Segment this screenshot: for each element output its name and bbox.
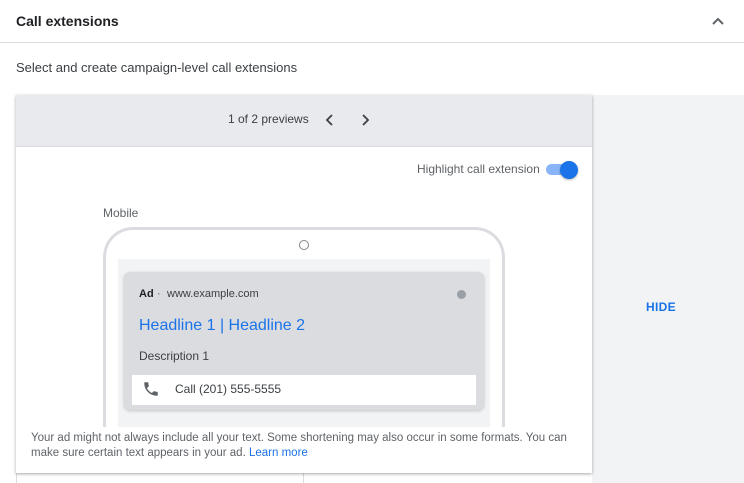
- divider: [16, 473, 304, 483]
- collapse-button[interactable]: [706, 10, 730, 32]
- preview-count: 1 of 2 previews: [228, 112, 309, 126]
- camera-icon: [299, 240, 309, 250]
- ad-display-url: www.example.com: [167, 288, 259, 300]
- ad-preview-card: 1 of 2 previews Highlight call extension…: [16, 95, 592, 473]
- ad-description: Description 1: [139, 349, 210, 363]
- device-label: Mobile: [103, 206, 139, 220]
- call-extensions-page: Call extensions Select and create campai…: [0, 0, 744, 483]
- ad-badge: Ad: [139, 288, 154, 300]
- chevron-right-icon: [362, 114, 370, 126]
- phone-icon: [144, 382, 158, 396]
- section-subtitle: Select and create campaign-level call ex…: [16, 60, 298, 75]
- ad-card: Ad · www.example.com Headline 1 | Headli…: [124, 272, 484, 410]
- highlight-toggle-label: Highlight call extension: [417, 162, 540, 176]
- call-extension-row[interactable]: Call (201) 555-5555: [132, 375, 476, 405]
- highlight-call-extension-toggle[interactable]: [544, 161, 578, 179]
- phone-screen: Ad · www.example.com Headline 1 | Headli…: [118, 259, 490, 427]
- learn-more-link[interactable]: Learn more: [249, 447, 308, 459]
- ad-separator: ·: [157, 288, 161, 300]
- phone-mockup: Ad · www.example.com Headline 1 | Headli…: [103, 227, 505, 427]
- disclaimer: Your ad might not always include all you…: [31, 431, 587, 461]
- side-panel: [592, 95, 744, 483]
- previous-preview-button[interactable]: [319, 109, 341, 131]
- section-title: Call extensions: [16, 13, 119, 29]
- info-icon: [457, 290, 466, 299]
- hide-button[interactable]: HIDE: [646, 300, 676, 314]
- chevron-left-icon: [325, 114, 333, 126]
- next-preview-button[interactable]: [354, 109, 376, 131]
- ad-headline[interactable]: Headline 1 | Headline 2: [139, 317, 305, 335]
- chevron-up-icon: [712, 17, 724, 25]
- section-header: Call extensions: [0, 0, 744, 43]
- call-extension-text: Call (201) 555-5555: [175, 382, 282, 396]
- preview-toolbar: 1 of 2 previews: [16, 95, 592, 147]
- toggle-thumb: [560, 161, 578, 179]
